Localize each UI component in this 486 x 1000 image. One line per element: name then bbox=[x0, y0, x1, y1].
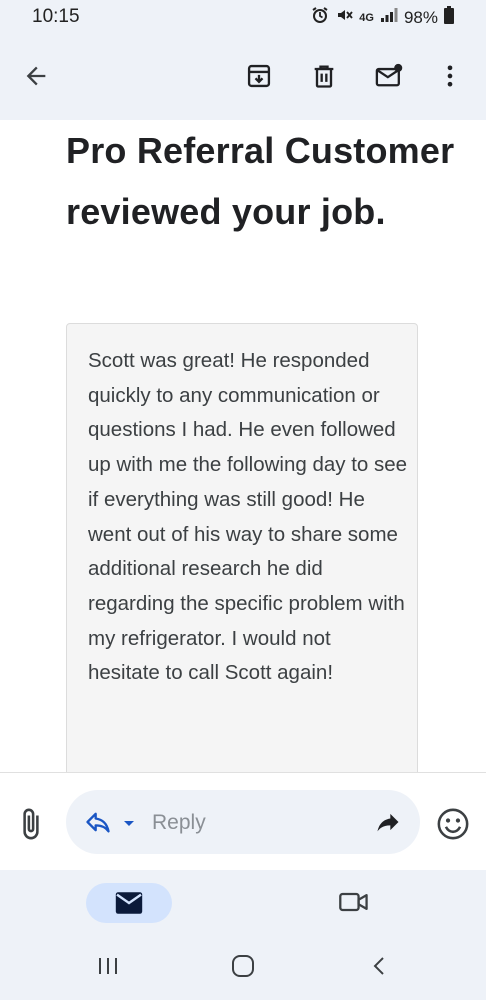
status-bar: 10:15 4G 98% bbox=[0, 0, 486, 34]
reply-button[interactable]: Reply bbox=[66, 790, 420, 854]
network-type: 4G bbox=[359, 11, 374, 24]
emoji-icon[interactable] bbox=[436, 807, 470, 846]
review-box: Scott was great! He responded quickly to… bbox=[66, 323, 418, 772]
attachment-icon[interactable] bbox=[14, 807, 48, 841]
more-vert-icon[interactable] bbox=[432, 58, 468, 94]
trash-icon[interactable] bbox=[306, 58, 342, 94]
home-icon[interactable] bbox=[230, 954, 256, 983]
battery-icon bbox=[444, 6, 454, 29]
mail-icon[interactable] bbox=[86, 883, 172, 923]
battery-percent: 98% bbox=[403, 7, 438, 27]
reply-bar: Reply bbox=[0, 773, 486, 870]
dropdown-icon[interactable] bbox=[122, 816, 136, 834]
status-icons: 4G 98% bbox=[311, 6, 454, 29]
status-time: 10:15 bbox=[32, 6, 80, 27]
reply-label: Reply bbox=[152, 811, 206, 834]
back-arrow-icon[interactable] bbox=[18, 58, 54, 94]
video-meet-icon[interactable] bbox=[338, 889, 370, 920]
mark-unread-icon[interactable] bbox=[371, 58, 407, 94]
bottom-nav bbox=[0, 870, 486, 932]
review-text: Scott was great! He responded quickly to… bbox=[88, 349, 408, 685]
email-content: Pro Referral Customer reviewed your job.… bbox=[0, 120, 486, 772]
alarm-icon bbox=[311, 6, 329, 29]
system-nav bbox=[0, 932, 486, 1000]
app-bar bbox=[0, 34, 486, 120]
email-title: Pro Referral Customer reviewed your job. bbox=[66, 130, 455, 232]
archive-icon[interactable] bbox=[241, 58, 277, 94]
mute-icon bbox=[335, 6, 353, 29]
reply-icon[interactable] bbox=[84, 808, 112, 841]
forward-icon[interactable] bbox=[374, 808, 402, 841]
recent-apps-icon[interactable] bbox=[96, 954, 120, 983]
nav-back-icon[interactable] bbox=[368, 954, 392, 983]
signal-icon bbox=[380, 7, 398, 28]
